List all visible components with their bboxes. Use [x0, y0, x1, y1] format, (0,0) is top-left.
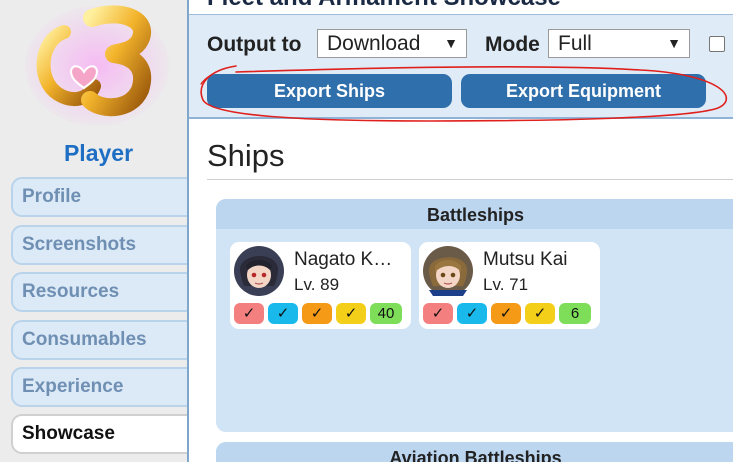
- status-badge: ✓: [302, 303, 332, 324]
- sidebar: Player Profile Screenshots Resources Con…: [0, 0, 187, 462]
- ship-level: Lv. 71: [483, 275, 529, 294]
- sidebar-item-label: Consumables: [22, 329, 147, 350]
- ship-name: Mutsu Kai: [483, 249, 568, 270]
- option-checkbox[interactable]: [709, 36, 725, 52]
- player-heading: Player: [63, 140, 134, 166]
- export-controls-panel: Output to Download ▼ Mode Full ▼ Export …: [189, 14, 733, 119]
- status-badge: ✓: [336, 303, 366, 324]
- main-content: Fleet and Armament Showcase Output to Do…: [187, 0, 733, 462]
- ships-heading: Ships: [207, 138, 285, 173]
- sidebar-item-screenshots[interactable]: Screenshots: [11, 225, 187, 265]
- battleships-section: Battleships Nagato K… Lv. 89 ✓ ✓ ✓ ✓ 40: [216, 199, 733, 432]
- sidebar-item-experience[interactable]: Experience: [11, 367, 187, 407]
- sidebar-item-resources[interactable]: Resources: [11, 272, 187, 312]
- section-title: Aviation Battleships: [216, 442, 733, 462]
- status-badge: ✓: [457, 303, 487, 324]
- sidebar-item-label: Screenshots: [22, 234, 137, 255]
- sidebar-item-label: Showcase: [22, 423, 115, 444]
- chevron-down-icon: ▼: [667, 35, 681, 51]
- sidebar-item-label: Resources: [22, 281, 120, 302]
- mode-select[interactable]: Full ▼: [548, 29, 690, 58]
- kancolle-logo-icon: [25, 5, 169, 125]
- output-label: Output to: [207, 33, 302, 56]
- divider: [207, 179, 733, 180]
- status-badge: ✓: [234, 303, 264, 324]
- mode-select-value: Full: [558, 32, 592, 55]
- export-equipment-button[interactable]: Export Equipment: [461, 74, 706, 108]
- sidebar-item-showcase[interactable]: Showcase: [11, 414, 187, 454]
- output-select-value: Download: [327, 32, 421, 55]
- chevron-down-icon: ▼: [444, 35, 458, 51]
- sidebar-item-label: Profile: [22, 186, 82, 207]
- section-title: Battleships: [216, 199, 733, 229]
- status-badge: ✓: [423, 303, 453, 324]
- sidebar-item-label: Experience: [22, 376, 124, 397]
- ship-avatar-icon: [234, 246, 284, 296]
- ship-avatar-icon: [423, 246, 473, 296]
- ship-name: Nagato K…: [294, 249, 393, 270]
- status-badge: ✓: [268, 303, 298, 324]
- count-badge: 6: [559, 303, 591, 324]
- ship-card[interactable]: Nagato K… Lv. 89 ✓ ✓ ✓ ✓ 40: [230, 242, 411, 329]
- sidebar-item-profile[interactable]: Profile: [11, 177, 187, 217]
- status-badge: ✓: [525, 303, 555, 324]
- page-title: Fleet and Armament Showcase: [207, 0, 561, 12]
- mode-label: Mode: [485, 33, 540, 56]
- ship-card[interactable]: Mutsu Kai Lv. 71 ✓ ✓ ✓ ✓ 6: [419, 242, 600, 329]
- output-select[interactable]: Download ▼: [317, 29, 467, 58]
- ship-level: Lv. 89: [294, 275, 340, 294]
- status-badge: ✓: [491, 303, 521, 324]
- aviation-battleships-section: Aviation Battleships: [216, 442, 733, 462]
- export-ships-button[interactable]: Export Ships: [207, 74, 452, 108]
- count-badge: 40: [370, 303, 402, 324]
- sidebar-item-consumables[interactable]: Consumables: [11, 320, 187, 360]
